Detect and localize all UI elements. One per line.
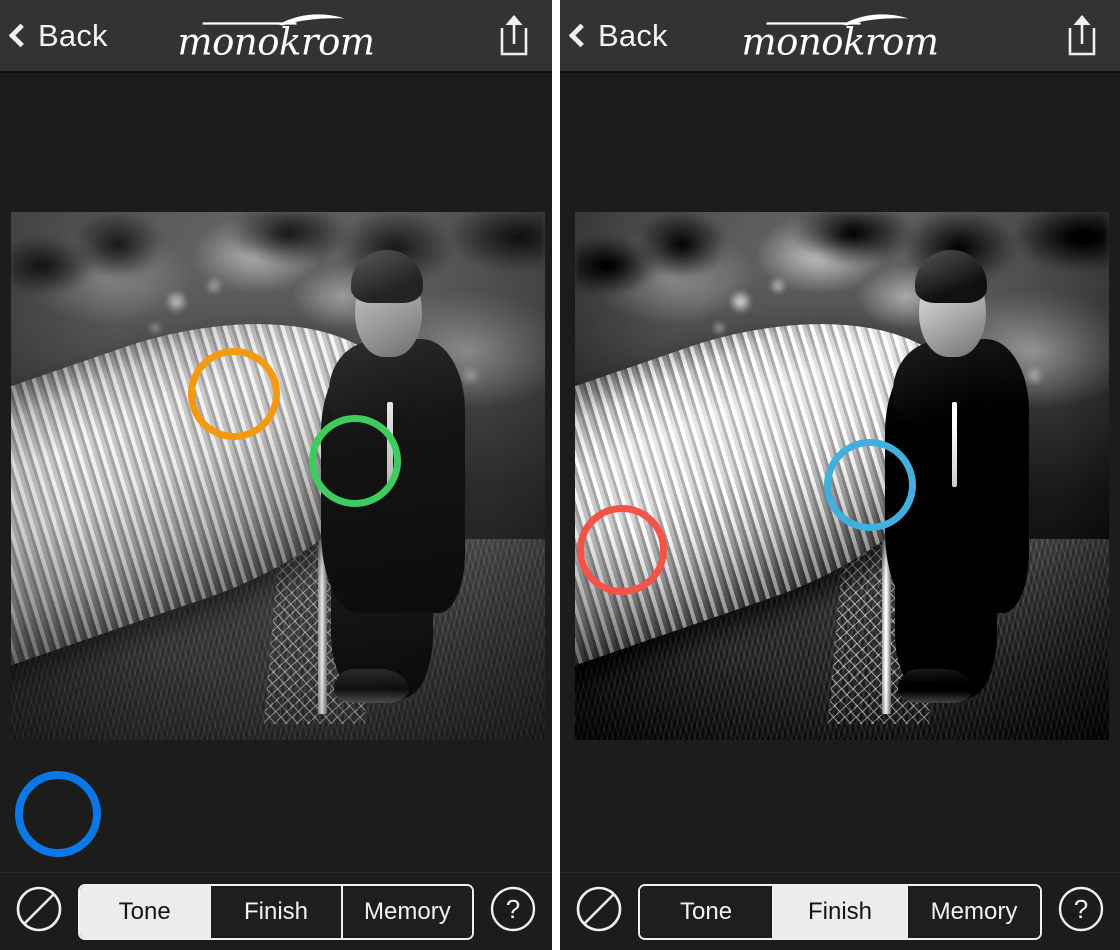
share-button[interactable] — [494, 12, 534, 60]
app-header: Back monokrom — [0, 0, 553, 73]
tab-tone[interactable]: Tone — [80, 885, 212, 938]
editor-canvas-left[interactable] — [0, 73, 553, 872]
chevron-left-icon — [568, 23, 593, 48]
dual-screenshot-comparison: Back monokrom Tone Finish Memory ? Back … — [0, 0, 1120, 950]
help-button[interactable]: ? — [1056, 884, 1106, 939]
app-logo: monokrom — [178, 11, 375, 60]
question-mark-circle-icon: ? — [1058, 886, 1104, 932]
bottom-toolbar-left: Tone Finish Memory ? — [0, 872, 553, 950]
back-button-label: Back — [598, 18, 668, 53]
svg-text:?: ? — [1074, 894, 1088, 924]
annotation-circle-green — [309, 415, 401, 507]
panel-divider — [552, 0, 561, 950]
tab-finish[interactable]: Finish — [211, 885, 343, 938]
tab-memory[interactable]: Memory — [908, 885, 1040, 938]
mode-tab-group-right[interactable]: Tone Finish Memory — [638, 883, 1042, 940]
app-header: Back monokrom — [560, 0, 1120, 73]
back-button-label: Back — [38, 18, 108, 53]
chevron-left-icon — [8, 23, 33, 48]
photo-preview-left[interactable] — [11, 212, 545, 740]
annotation-circle-red — [577, 505, 667, 595]
mode-tab-group-left[interactable]: Tone Finish Memory — [78, 883, 475, 940]
tab-tone[interactable]: Tone — [640, 885, 775, 938]
logo-swoosh-icon — [203, 13, 346, 25]
photo-image — [11, 212, 545, 740]
no-filter-slashed-circle-icon — [16, 886, 62, 932]
help-button[interactable]: ? — [488, 884, 538, 939]
logo-swoosh-icon — [767, 13, 910, 25]
back-button[interactable]: Back — [0, 20, 108, 51]
share-upload-icon — [1068, 14, 1096, 55]
tab-finish[interactable]: Finish — [774, 885, 908, 938]
no-filter-button[interactable] — [14, 884, 64, 939]
no-filter-slashed-circle-icon — [576, 886, 622, 932]
annotation-circle-orange — [188, 348, 280, 440]
share-button[interactable] — [1062, 12, 1102, 60]
app-logo: monokrom — [742, 11, 939, 60]
annotation-circle-blue — [15, 771, 101, 857]
svg-text:?: ? — [506, 894, 520, 924]
app-logo-text: monokrom — [177, 20, 375, 63]
bottom-toolbar-right: Tone Finish Memory ? — [560, 872, 1120, 950]
tab-memory[interactable]: Memory — [342, 885, 473, 938]
back-button[interactable]: Back — [560, 20, 668, 51]
question-mark-circle-icon: ? — [490, 886, 536, 932]
annotation-circle-lightblue — [824, 439, 916, 531]
app-logo-text: monokrom — [741, 20, 939, 63]
no-filter-button[interactable] — [574, 884, 624, 939]
share-upload-icon — [500, 14, 528, 55]
